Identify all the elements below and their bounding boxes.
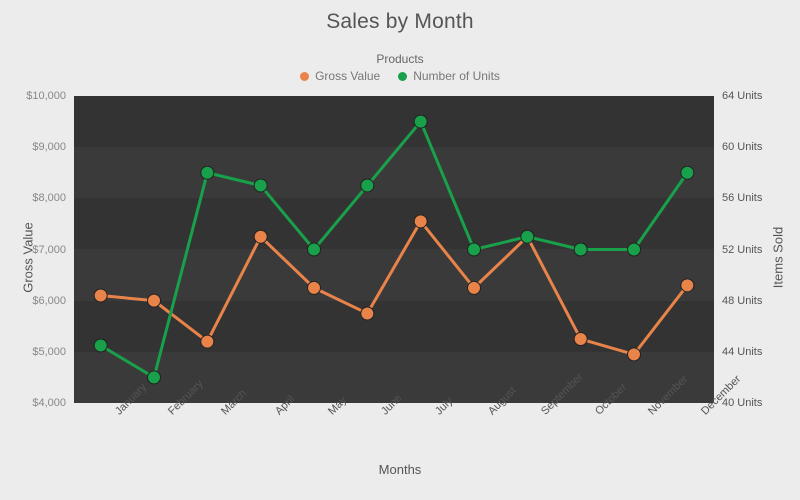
data-point[interactable] [147, 370, 161, 385]
x-axis-tick-label: June [379, 392, 405, 418]
legend-item-number-of-units[interactable]: Number of Units [398, 69, 500, 83]
data-point[interactable] [93, 338, 108, 353]
x-axis-tick-label: February [166, 378, 206, 418]
data-point[interactable] [413, 214, 428, 229]
x-axis-tick-label: August [486, 385, 519, 418]
plot-series-svg [93, 114, 695, 385]
data-point[interactable] [680, 165, 695, 180]
x-axis-tick-label: July [432, 395, 455, 418]
legend-label-gross-value: Gross Value [315, 69, 381, 83]
data-point[interactable] [467, 280, 481, 295]
x-axis-tick-label: November [646, 373, 690, 417]
data-point[interactable] [360, 178, 375, 193]
data-point[interactable] [253, 229, 268, 244]
legend-title: Products [376, 52, 424, 66]
data-point[interactable] [307, 280, 321, 295]
legend-item-gross-value[interactable]: Gross Value [300, 69, 380, 83]
right-axis-tick-label: 64 Units [722, 90, 763, 102]
legend-swatch-number-of-units [398, 71, 408, 81]
x-axis-label: Months [378, 462, 422, 477]
x-axis-tick-label: January [113, 381, 149, 417]
data-point[interactable] [573, 332, 588, 347]
series-line-number-of-units [99, 120, 689, 379]
x-axis-tick-label: May [326, 394, 350, 418]
x-axis-tick-label: October [593, 381, 629, 417]
right-axis-label: Items Sold [770, 226, 786, 289]
x-axis-tick-label: September [539, 371, 586, 418]
right-axis-tick-label: 40 Units [722, 397, 763, 409]
data-point[interactable] [520, 229, 535, 244]
x-axis-tick-label: December [699, 373, 744, 418]
left-axis-tick-label: $5,000 [32, 345, 66, 358]
data-point[interactable] [307, 242, 321, 257]
chart-container: Sales by Month Products Gross Value Numb… [0, 0, 800, 500]
left-axis-tick-label: $9,000 [32, 141, 66, 154]
data-point[interactable] [200, 165, 215, 180]
left-axis-tick-label: $10,000 [26, 90, 66, 102]
data-point[interactable] [573, 242, 588, 257]
data-point[interactable] [680, 278, 695, 293]
left-axis-tick-label: $4,000 [32, 397, 66, 409]
data-point[interactable] [413, 114, 428, 129]
data-point[interactable] [467, 242, 481, 257]
data-point[interactable] [253, 178, 268, 193]
x-axis-tick-label: April [272, 393, 297, 418]
right-axis-tick-label: 60 Units [722, 141, 763, 154]
x-axis-tick-label: March [219, 387, 249, 417]
plot-area [74, 96, 714, 403]
left-axis-label: Gross Value [20, 222, 36, 293]
data-point[interactable] [360, 306, 375, 321]
right-axis-tick-label: 44 Units [722, 345, 763, 358]
legend-label-number-of-units: Number of Units [413, 69, 500, 83]
chart-title: Sales by Month [326, 10, 474, 33]
data-point[interactable] [147, 293, 161, 308]
chart-legend: Gross Value Number of Units [0, 69, 800, 83]
data-point[interactable] [627, 242, 641, 257]
data-point[interactable] [200, 334, 215, 349]
legend-swatch-gross-value [300, 71, 310, 81]
data-point[interactable] [627, 347, 641, 362]
data-point[interactable] [93, 288, 108, 303]
